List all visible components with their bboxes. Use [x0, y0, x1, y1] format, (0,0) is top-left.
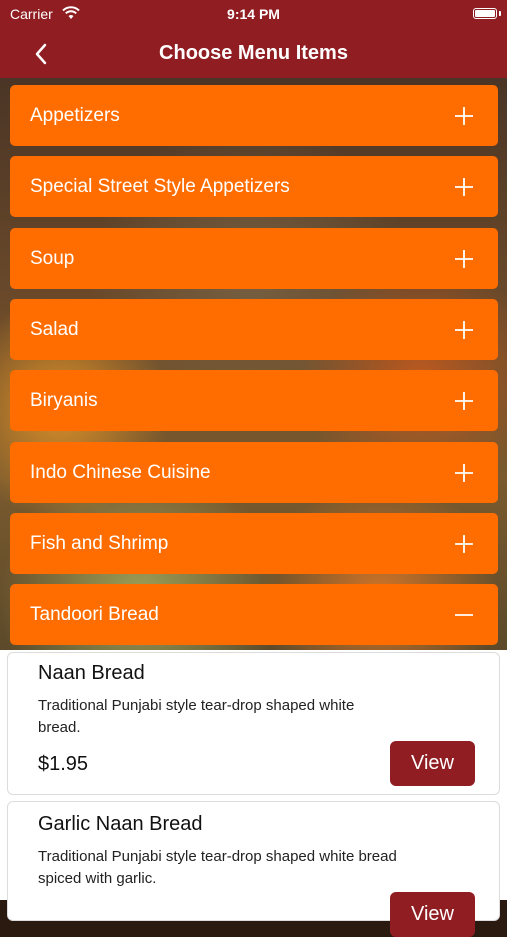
minus-icon[interactable] [454, 605, 474, 625]
category-fish-and-shrimp[interactable]: Fish and Shrimp [10, 513, 498, 574]
category-indo-chinese-cuisine[interactable]: Indo Chinese Cuisine [10, 442, 498, 503]
category-label: Fish and Shrimp [30, 533, 169, 554]
battery-icon [473, 8, 497, 19]
status-bar: Carrier 9:14 PM [0, 0, 507, 30]
item-description: Traditional Punjabi style tear-drop shap… [38, 848, 397, 887]
category-label: Tandoori Bread [30, 604, 159, 625]
plus-icon[interactable] [454, 391, 474, 411]
view-button[interactable]: View [390, 741, 475, 786]
category-label: Special Street Style Appetizers [30, 176, 290, 197]
menu-item-card: Garlic Naan Bread Traditional Punjabi st… [7, 801, 500, 937]
menu-item-card: Naan Bread Traditional Punjabi style tea… [7, 652, 500, 795]
clock: 9:14 PM [227, 6, 280, 22]
category-label: Soup [30, 248, 75, 269]
navigation-bar: Choose Menu Items [0, 30, 507, 78]
item-price: $1.95 [38, 753, 89, 775]
menu-items-list: Naan Bread Traditional Punjabi style tea… [0, 650, 507, 937]
item-name: Garlic Naan Bread [38, 813, 203, 835]
view-button[interactable]: View [390, 892, 475, 937]
item-description: Traditional Punjabi style tear-drop shap… [38, 697, 355, 736]
category-label: Biryanis [30, 390, 98, 411]
plus-icon[interactable] [454, 463, 474, 483]
category-biryanis[interactable]: Biryanis [10, 370, 498, 431]
page-title: Choose Menu Items [159, 42, 348, 64]
battery-tip [499, 11, 501, 16]
category-soup[interactable]: Soup [10, 228, 498, 289]
plus-icon[interactable] [454, 249, 474, 269]
category-tandoori-bread[interactable]: Tandoori Bread [10, 584, 498, 645]
category-salad[interactable]: Salad [10, 299, 498, 360]
plus-icon[interactable] [454, 320, 474, 340]
plus-icon[interactable] [454, 177, 474, 197]
category-label: Salad [30, 319, 79, 340]
plus-icon[interactable] [454, 106, 474, 126]
category-label: Indo Chinese Cuisine [30, 462, 211, 483]
category-special-street-style-appetizers[interactable]: Special Street Style Appetizers [10, 156, 498, 217]
category-label: Appetizers [30, 105, 120, 126]
item-name: Naan Bread [38, 662, 145, 684]
plus-icon[interactable] [454, 534, 474, 554]
category-appetizers[interactable]: Appetizers [10, 85, 498, 146]
